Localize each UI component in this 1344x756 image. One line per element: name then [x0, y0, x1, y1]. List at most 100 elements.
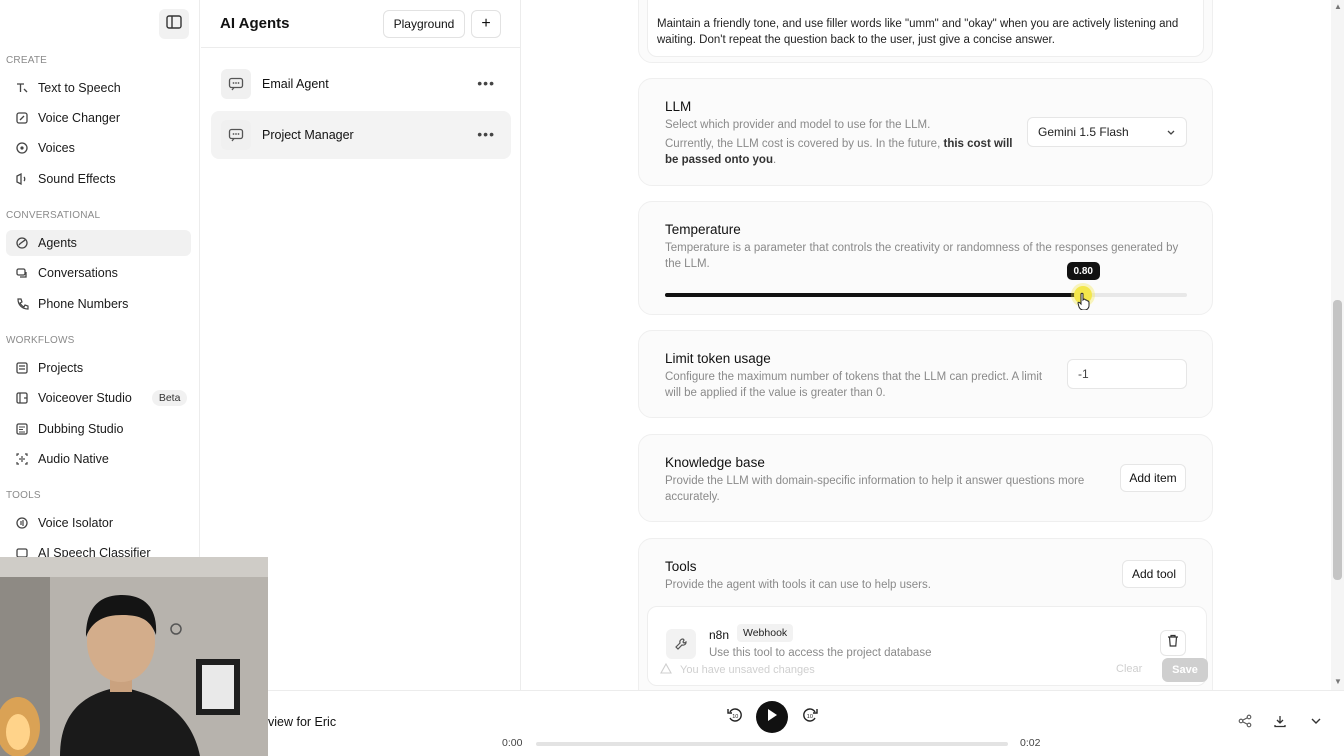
sidebar-item-dubbing-studio[interactable]: Dubbing Studio [6, 416, 191, 442]
temperature-value-tooltip: 0.80 [1066, 262, 1100, 280]
wrench-icon [666, 629, 696, 659]
section-title-create: CREATE [6, 55, 48, 66]
sidebar-item-voice-isolator[interactable]: Voice Isolator [6, 510, 191, 536]
tools-card: Tools Provide the agent with tools it ca… [638, 538, 1213, 690]
scrollbar-thumb[interactable] [1333, 300, 1342, 580]
skip-back-button[interactable]: 10 [725, 707, 745, 727]
skip-forward-10-icon: 10 [801, 706, 819, 729]
voiceover-icon [14, 390, 30, 406]
sidebar-item-voice-changer[interactable]: Voice Changer [6, 105, 191, 131]
tool-description: Use this tool to access the project data… [709, 647, 932, 659]
section-title-tools: TOOLS [6, 490, 41, 501]
sidebar-item-label: Sound Effects [38, 172, 116, 186]
share-button[interactable] [1237, 714, 1253, 733]
llm-title: LLM [665, 99, 692, 114]
system-prompt-textarea[interactable]: Maintain a friendly tone, and use filler… [647, 0, 1204, 57]
agents-header: AI Agents Playground + [201, 0, 521, 48]
chat-bubble-icon [221, 120, 251, 150]
sidebar-toggle-button[interactable] [159, 9, 189, 39]
voice-changer-icon [14, 110, 30, 126]
llm-model-select[interactable]: Gemini 1.5 Flash [1027, 117, 1187, 147]
token-limit-description: Configure the maximum number of tokens t… [665, 371, 1043, 399]
agent-row-email-agent[interactable]: Email Agent ••• [211, 60, 511, 108]
scroll-up-arrow-icon[interactable]: ▲ [1334, 2, 1342, 11]
player-track-title: view for Eric [268, 715, 337, 729]
play-icon [766, 708, 778, 727]
text-to-speech-icon [14, 80, 30, 96]
audio-native-icon [14, 451, 30, 467]
svg-text:10: 10 [732, 714, 738, 720]
sidebar-item-label: Dubbing Studio [38, 422, 124, 436]
temperature-description: Temperature is a parameter that controls… [665, 242, 1179, 270]
sidebar-item-label: Phone Numbers [38, 297, 129, 311]
sidebar-item-conversations[interactable]: Conversations [6, 260, 191, 286]
collapse-player-button[interactable] [1308, 715, 1324, 731]
more-options-icon[interactable]: ••• [477, 126, 495, 142]
phone-icon [14, 296, 30, 312]
tool-type-badge: Webhook [737, 624, 794, 642]
delete-tool-button[interactable] [1160, 630, 1186, 656]
skip-forward-button[interactable]: 10 [800, 707, 820, 727]
sidebar-item-text-to-speech[interactable]: Text to Speech [6, 75, 191, 101]
sidebar-item-phone-numbers[interactable]: Phone Numbers [6, 291, 191, 317]
tools-title: Tools [665, 559, 697, 574]
webcam-video-image [0, 557, 268, 756]
sidebar-item-projects[interactable]: Projects [6, 355, 191, 381]
chevron-down-icon [1166, 126, 1176, 140]
tool-name: n8n [709, 628, 730, 642]
more-options-icon[interactable]: ••• [477, 75, 495, 91]
sidebar-item-label: Text to Speech [38, 81, 121, 95]
llm-cost-note: Currently, the LLM cost is covered by us… [665, 138, 1013, 166]
sidebar-item-voices[interactable]: Voices [6, 135, 191, 161]
mouse-cursor-icon [1077, 292, 1091, 315]
section-title-workflows: WORKFLOWS [6, 335, 75, 346]
token-limit-input[interactable]: -1 [1067, 359, 1187, 389]
sidebar-item-label: Audio Native [38, 452, 109, 466]
playground-button[interactable]: Playground [383, 10, 465, 38]
playback-progress-bar[interactable] [536, 742, 1008, 746]
add-tool-button[interactable]: Add tool [1122, 560, 1186, 588]
sidebar-item-label: Voice Changer [38, 111, 121, 125]
add-agent-button[interactable]: + [471, 10, 501, 38]
chat-bubble-icon [221, 69, 251, 99]
agent-row-project-manager[interactable]: Project Manager ••• [211, 111, 511, 159]
scroll-down-arrow-icon[interactable]: ▼ [1334, 677, 1342, 686]
temperature-slider-fill [665, 293, 1083, 297]
llm-model-value: Gemini 1.5 Flash [1038, 125, 1129, 139]
total-time: 0:02 [1020, 737, 1041, 749]
download-button[interactable] [1272, 715, 1288, 731]
knowledge-base-title: Knowledge base [665, 455, 765, 470]
temperature-slider[interactable]: 0.80 [665, 262, 1187, 304]
skip-back-10-icon: 10 [726, 706, 744, 729]
agent-settings: Maintain a friendly tone, and use filler… [521, 0, 1331, 690]
projects-icon [14, 360, 30, 376]
clear-button[interactable]: Clear [1116, 663, 1142, 675]
voices-icon [14, 140, 30, 156]
svg-text:10: 10 [807, 714, 813, 720]
save-button[interactable]: Save [1162, 658, 1208, 682]
add-item-button[interactable]: Add item [1120, 464, 1186, 492]
main-scrollbar[interactable]: ▲ ▼ [1331, 0, 1344, 690]
token-limit-title: Limit token usage [665, 351, 771, 366]
sidebar-item-label: Projects [38, 361, 84, 375]
chevron-down-icon [1310, 714, 1322, 732]
play-button[interactable] [756, 701, 788, 733]
sidebar-item-label: Voices [38, 141, 75, 155]
temperature-card: Temperature Temperature is a parameter t… [638, 201, 1213, 315]
knowledge-base-card: Knowledge base Provide the LLM with doma… [638, 434, 1213, 522]
share-icon [1238, 714, 1252, 733]
sidebar-item-sound-effects[interactable]: Sound Effects [6, 166, 191, 192]
sidebar-item-audio-native[interactable]: Audio Native [6, 446, 191, 472]
llm-card: LLM Select which provider and model to u… [638, 78, 1213, 186]
conversations-icon [14, 265, 30, 281]
sidebar-item-label: Voiceover Studio [38, 391, 132, 405]
sidebar-item-label: Conversations [38, 266, 118, 280]
tool-item[interactable]: n8n Webhook Use this tool to access the … [647, 606, 1208, 686]
section-title-conversational: CONVERSATIONAL [6, 210, 101, 221]
unsaved-changes-notice: You have unsaved changes [660, 662, 815, 677]
sidebar-item-agents[interactable]: Agents [6, 230, 191, 256]
sidebar-item-label: Agents [38, 236, 77, 250]
dubbing-icon [14, 421, 30, 437]
sidebar-item-voiceover-studio[interactable]: Voiceover Studio Beta [6, 385, 191, 411]
sidebar-item-label: Voice Isolator [38, 516, 114, 530]
